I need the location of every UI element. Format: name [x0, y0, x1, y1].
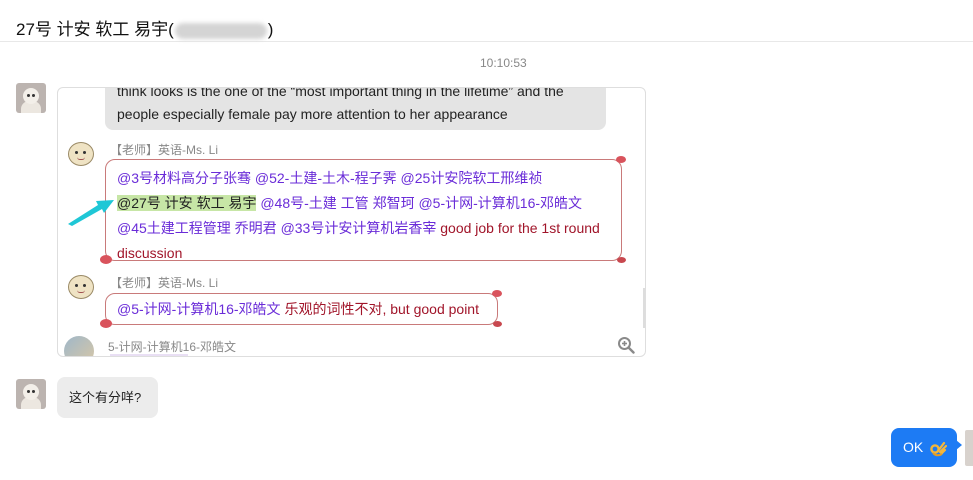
bubble-flower-decoration	[100, 319, 112, 328]
avatar-eye	[32, 94, 35, 97]
student-name-label: 5-计网-计算机16-邓皓文	[108, 340, 237, 354]
teacher-avatar-head	[68, 275, 94, 299]
mention-list: @3号材料高分子张骞 @52-土建-土木-程子霁 @25计安院软工邢维祯	[117, 170, 543, 186]
ok-hand-emoji	[930, 442, 948, 457]
outgoing-text-message[interactable]: OK	[891, 428, 962, 467]
avatar-face	[23, 384, 39, 400]
bubble-tail	[956, 440, 962, 450]
message-timestamp: 10:10:53	[480, 56, 527, 70]
outgoing-message-text: OK	[903, 439, 924, 455]
arrow-pointer-icon	[68, 200, 114, 226]
screenshot-image-message[interactable]: think looks is the one of the “most impo…	[57, 87, 646, 357]
chat-header: 27号 计安 软工 易宇()	[0, 0, 973, 42]
teacher-avatar	[66, 273, 96, 303]
teacher-comment: 乐观的词性不对, but good point	[280, 301, 479, 317]
chat-title-suffix: )	[267, 20, 274, 39]
chat-title[interactable]: 27号 计安 软工 易宇()	[16, 15, 273, 40]
sender-avatar[interactable]	[16, 379, 46, 409]
incoming-text-message[interactable]: 这个有分咩?	[57, 377, 158, 418]
teacher-avatar-eye	[75, 284, 78, 287]
avatar-face	[23, 88, 39, 104]
teacher-name-label: 【老师】英语-Ms. Li	[110, 143, 219, 157]
image-scrollbar	[643, 288, 645, 328]
bubble-flower-decoration	[100, 255, 112, 264]
teacher-avatar	[66, 140, 96, 170]
highlighted-mention: @27号 计安 软工 易宇	[117, 195, 257, 211]
bubble-flower-decoration	[493, 321, 502, 327]
teacher-avatar-eye	[83, 151, 86, 154]
avatar-eye	[27, 94, 30, 97]
teacher-avatar-head	[68, 142, 94, 166]
zoom-in-icon[interactable]	[617, 336, 635, 354]
student-avatar	[64, 336, 94, 356]
teacher-message-bubble: @3号材料高分子张骞 @52-土建-土木-程子霁 @25计安院软工邢维祯 @27…	[100, 156, 626, 264]
teacher-avatar-eye	[83, 284, 86, 287]
mention-list: @45土建工程管理 乔明君 @33号计安计算机岩香宰	[117, 220, 437, 236]
avatar-eye	[27, 390, 30, 393]
my-avatar[interactable]	[965, 430, 973, 466]
mention-list: @5-计网-计算机16-邓皓文	[117, 301, 281, 317]
student-tag-blur	[110, 354, 188, 356]
mention-list: @48号-土建 工管 郑智珂 @5-计网-计算机16-邓皓文	[256, 195, 583, 211]
bubble-flower-decoration	[492, 290, 502, 297]
quoted-line-1: think looks is the one of the “most impo…	[117, 87, 564, 99]
quoted-gray-bubble: think looks is the one of the “most impo…	[105, 87, 606, 130]
teacher-message-bubble: @5-计网-计算机16-邓皓文 乐观的词性不对, but good point	[100, 290, 502, 328]
sender-avatar[interactable]	[16, 83, 46, 113]
teacher-name-label: 【老师】英语-Ms. Li	[110, 276, 219, 290]
bubble-flower-decoration	[616, 156, 626, 163]
redacted-id-blur	[174, 22, 267, 39]
bubble-flower-decoration	[617, 257, 626, 263]
quoted-line-2: people especially female pay more attent…	[117, 106, 508, 122]
avatar-eye	[32, 390, 35, 393]
chat-title-text: 27号 计安 软工 易宇(	[16, 20, 174, 39]
teacher-avatar-eye	[75, 151, 78, 154]
